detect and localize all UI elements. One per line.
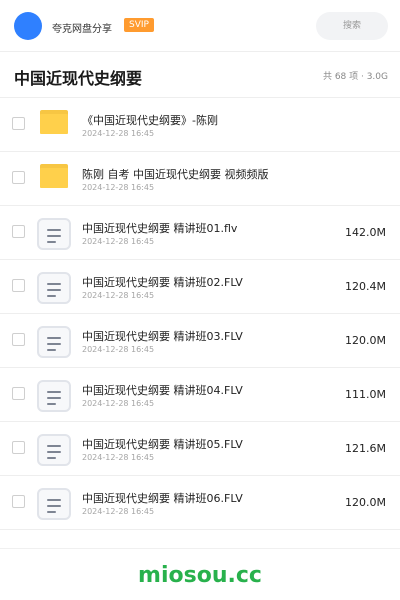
- page-title: 中国近现代史纲要: [14, 69, 143, 88]
- file-size: 142.0M: [345, 226, 386, 239]
- select-checkbox[interactable]: [12, 225, 25, 238]
- file-date: 2024-12-28 16:45: [82, 183, 155, 192]
- document-icon: [37, 218, 71, 250]
- file-date: 2024-12-28 16:45: [82, 129, 155, 138]
- file-name: 中国近现代史纲要 精讲班03.FLV: [82, 330, 243, 343]
- document-icon: [37, 380, 71, 412]
- file-size: 120.0M: [345, 496, 386, 509]
- file-date: 2024-12-28 16:45: [82, 291, 155, 300]
- file-name: 《中国近现代史纲要》-陈刚: [82, 114, 218, 127]
- file-name: 中国近现代史纲要 精讲班05.FLV: [82, 438, 243, 451]
- list-item[interactable]: 中国近现代史纲要 精讲班05.FLV 2024-12-28 16:45 121.6M: [0, 422, 400, 476]
- avatar[interactable]: [14, 12, 42, 40]
- file-size: 121.6M: [345, 442, 386, 455]
- file-size: 120.0M: [345, 334, 386, 347]
- file-name: 中国近现代史纲要 精讲班02.FLV: [82, 276, 243, 289]
- file-date: 2024-12-28 16:45: [82, 507, 155, 516]
- folder-header: 中国近现代史纲要 共 68 项 · 3.0G: [0, 52, 400, 98]
- select-checkbox[interactable]: [12, 387, 25, 400]
- username: 夸克网盘分享: [52, 24, 112, 35]
- select-checkbox[interactable]: [12, 171, 25, 184]
- file-date: 2024-12-28 16:45: [82, 345, 155, 354]
- search-placeholder: 搜索: [342, 21, 361, 31]
- file-name: 陈刚 自考 中国近现代史纲要 视频频版: [82, 168, 269, 181]
- select-checkbox[interactable]: [12, 333, 25, 346]
- svip-badge: SVIP: [124, 18, 154, 32]
- list-item[interactable]: 中国近现代史纲要 精讲班04.FLV 2024-12-28 16:45 111.0M: [0, 368, 400, 422]
- search-input[interactable]: 搜索: [316, 12, 388, 40]
- list-item[interactable]: 中国近现代史纲要 精讲班02.FLV 2024-12-28 16:45 120.4M: [0, 260, 400, 314]
- document-icon: [37, 434, 71, 466]
- folder-icon: [40, 164, 68, 188]
- list-item[interactable]: 中国近现代史纲要 精讲班01.flv 2024-12-28 16:45 142.0M: [0, 206, 400, 260]
- list-item[interactable]: 中国近现代史纲要 精讲班03.FLV 2024-12-28 16:45 120.0M: [0, 314, 400, 368]
- file-date: 2024-12-28 16:45: [82, 237, 155, 246]
- select-checkbox[interactable]: [12, 495, 25, 508]
- top-header: 夸克网盘分享 SVIP 搜索: [0, 0, 400, 52]
- select-checkbox[interactable]: [12, 441, 25, 454]
- watermark: miosou.cc: [138, 563, 262, 588]
- list-item[interactable]: 中国近现代史纲要 精讲班06.FLV 2024-12-28 16:45 120.0M: [0, 476, 400, 530]
- file-name: 中国近现代史纲要 精讲班01.flv: [82, 222, 238, 235]
- list-item[interactable]: 陈刚 自考 中国近现代史纲要 视频频版 2024-12-28 16:45: [0, 152, 400, 206]
- file-list: 《中国近现代史纲要》-陈刚 2024-12-28 16:45 陈刚 自考 中国近现代…: [0, 98, 400, 530]
- file-size: 111.0M: [345, 388, 386, 401]
- file-date: 2024-12-28 16:45: [82, 453, 155, 462]
- folder-summary: 共 68 项 · 3.0G: [322, 72, 388, 82]
- footer: miosou.cc: [0, 548, 400, 600]
- folder-icon: [40, 110, 68, 134]
- file-name: 中国近现代史纲要 精讲班04.FLV: [82, 384, 243, 397]
- document-icon: [37, 326, 71, 358]
- document-icon: [37, 272, 71, 304]
- select-checkbox[interactable]: [12, 279, 25, 292]
- file-name: 中国近现代史纲要 精讲班06.FLV: [82, 492, 243, 505]
- file-date: 2024-12-28 16:45: [82, 399, 155, 408]
- document-icon: [37, 488, 71, 520]
- file-size: 120.4M: [345, 280, 386, 293]
- select-checkbox[interactable]: [12, 117, 25, 130]
- list-item[interactable]: 《中国近现代史纲要》-陈刚 2024-12-28 16:45: [0, 98, 400, 152]
